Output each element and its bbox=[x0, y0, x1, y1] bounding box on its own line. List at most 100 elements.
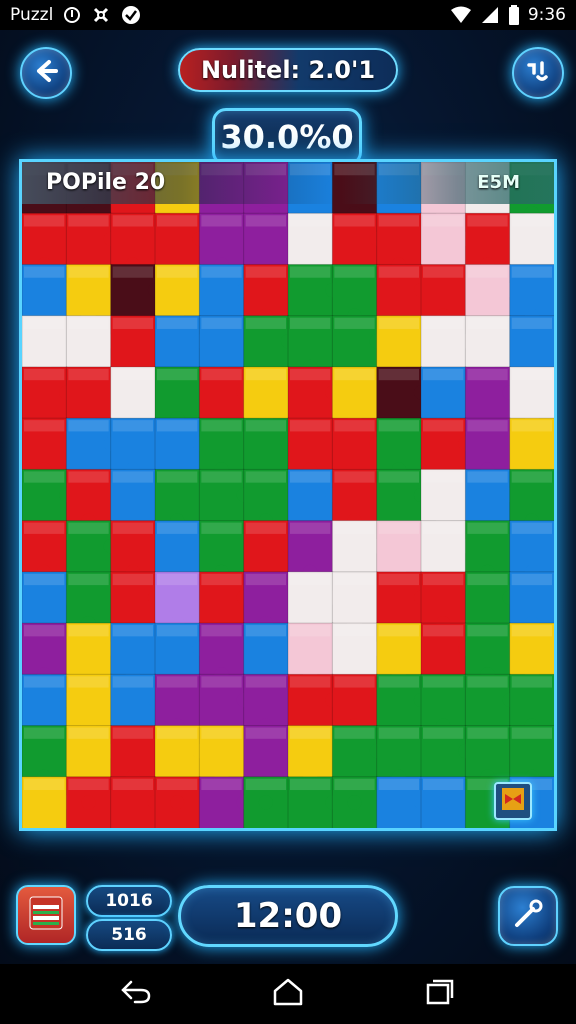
puzzle-piece[interactable] bbox=[65, 725, 118, 778]
puzzle-piece[interactable] bbox=[65, 212, 118, 266]
puzzle-piece[interactable] bbox=[110, 417, 156, 477]
puzzle-piece[interactable] bbox=[287, 571, 340, 625]
puzzle-piece[interactable] bbox=[509, 315, 554, 375]
puzzle-piece[interactable] bbox=[509, 622, 554, 682]
puzzle-piece[interactable] bbox=[331, 776, 378, 828]
puzzle-piece[interactable] bbox=[331, 315, 384, 368]
puzzle-piece[interactable] bbox=[331, 725, 384, 778]
puzzle-piece[interactable] bbox=[287, 263, 340, 317]
puzzle-piece[interactable] bbox=[287, 622, 334, 682]
puzzle-piece[interactable] bbox=[464, 520, 511, 579]
puzzle-piece[interactable] bbox=[420, 315, 473, 368]
puzzle-piece[interactable] bbox=[243, 520, 296, 573]
puzzle-piece[interactable] bbox=[22, 315, 68, 375]
puzzle-piece[interactable] bbox=[420, 366, 467, 426]
puzzle-piece[interactable] bbox=[331, 263, 378, 323]
puzzle-piece[interactable] bbox=[287, 366, 340, 420]
puzzle-piece[interactable] bbox=[509, 520, 554, 579]
puzzle-piece[interactable] bbox=[154, 417, 207, 471]
options-button[interactable] bbox=[512, 47, 564, 99]
puzzle-piece[interactable] bbox=[110, 776, 163, 828]
puzzle-piece[interactable] bbox=[65, 622, 118, 676]
puzzle-piece[interactable] bbox=[22, 571, 74, 625]
puzzle-piece[interactable] bbox=[331, 622, 384, 676]
puzzle-piece[interactable] bbox=[243, 212, 296, 266]
puzzle-piece[interactable] bbox=[420, 571, 467, 631]
puzzle-piece[interactable] bbox=[420, 520, 473, 573]
puzzle-piece[interactable] bbox=[154, 673, 201, 733]
puzzle-piece[interactable] bbox=[376, 776, 429, 828]
puzzle-piece[interactable] bbox=[198, 673, 251, 727]
puzzle-piece[interactable] bbox=[376, 212, 422, 272]
puzzle-piece[interactable] bbox=[376, 571, 429, 625]
nav-recents-button[interactable] bbox=[416, 970, 464, 1018]
puzzle-piece[interactable] bbox=[464, 315, 511, 375]
puzzle-piece[interactable] bbox=[464, 468, 517, 522]
puzzle-piece[interactable] bbox=[154, 776, 201, 828]
puzzle-piece[interactable] bbox=[22, 417, 68, 477]
puzzle-piece[interactable] bbox=[65, 468, 112, 528]
puzzle-piece[interactable] bbox=[110, 520, 156, 579]
puzzle-piece[interactable] bbox=[331, 366, 378, 426]
puzzle-piece[interactable] bbox=[198, 622, 245, 682]
puzzle-piece[interactable] bbox=[110, 212, 156, 272]
puzzle-piece[interactable] bbox=[243, 417, 296, 471]
puzzle-piece[interactable] bbox=[65, 673, 112, 733]
puzzle-piece[interactable] bbox=[22, 725, 68, 784]
puzzle-piece[interactable] bbox=[376, 417, 422, 477]
puzzle-piece[interactable] bbox=[22, 263, 74, 317]
puzzle-box-button[interactable] bbox=[16, 885, 76, 945]
puzzle-piece[interactable] bbox=[464, 212, 511, 272]
puzzle-piece[interactable] bbox=[243, 725, 296, 778]
puzzle-piece[interactable] bbox=[154, 212, 207, 266]
puzzle-piece[interactable] bbox=[420, 673, 467, 733]
puzzle-piece[interactable] bbox=[331, 571, 378, 631]
puzzle-piece[interactable] bbox=[22, 468, 74, 522]
puzzle-piece[interactable] bbox=[331, 468, 378, 528]
hint-button[interactable] bbox=[498, 886, 558, 946]
puzzle-piece[interactable] bbox=[464, 673, 517, 727]
puzzle-piece[interactable] bbox=[65, 520, 118, 573]
puzzle-piece[interactable] bbox=[420, 263, 467, 323]
puzzle-piece[interactable] bbox=[198, 520, 245, 579]
puzzle-piece[interactable] bbox=[376, 725, 422, 784]
puzzle-piece[interactable] bbox=[22, 520, 68, 579]
puzzle-piece[interactable] bbox=[420, 725, 473, 778]
puzzle-piece[interactable] bbox=[464, 571, 517, 625]
nav-home-button[interactable] bbox=[264, 970, 312, 1018]
puzzle-piece[interactable] bbox=[65, 315, 118, 368]
puzzle-piece[interactable] bbox=[287, 468, 340, 522]
puzzle-piece[interactable] bbox=[154, 366, 201, 426]
puzzle-piece[interactable] bbox=[509, 263, 554, 323]
puzzle-piece[interactable] bbox=[331, 520, 384, 573]
puzzle-piece[interactable] bbox=[110, 468, 163, 522]
puzzle-piece[interactable] bbox=[331, 673, 378, 733]
puzzle-piece[interactable] bbox=[110, 725, 156, 784]
puzzle-piece[interactable] bbox=[198, 315, 245, 375]
puzzle-piece[interactable] bbox=[65, 263, 112, 323]
puzzle-piece[interactable] bbox=[420, 212, 473, 266]
puzzle-piece[interactable] bbox=[243, 673, 290, 733]
puzzle-piece[interactable] bbox=[376, 673, 429, 727]
puzzle-piece[interactable] bbox=[154, 622, 207, 676]
puzzle-piece[interactable] bbox=[198, 776, 251, 828]
puzzle-piece[interactable] bbox=[509, 366, 554, 426]
nav-back-button[interactable] bbox=[112, 970, 160, 1018]
puzzle-piece[interactable] bbox=[198, 468, 251, 522]
puzzle-piece[interactable] bbox=[110, 673, 163, 727]
puzzle-piece[interactable] bbox=[65, 366, 112, 426]
puzzle-piece[interactable] bbox=[287, 212, 334, 272]
puzzle-piece[interactable] bbox=[287, 520, 334, 579]
puzzle-piece[interactable] bbox=[287, 315, 334, 375]
puzzle-piece[interactable] bbox=[287, 725, 334, 784]
puzzle-piece[interactable] bbox=[22, 776, 74, 828]
puzzle-piece[interactable] bbox=[198, 212, 245, 272]
puzzle-piece[interactable] bbox=[154, 520, 207, 573]
puzzle-piece[interactable] bbox=[243, 263, 290, 323]
puzzle-piece[interactable] bbox=[287, 776, 340, 828]
puzzle-piece[interactable] bbox=[464, 263, 517, 317]
puzzle-pieces[interactable] bbox=[22, 162, 554, 828]
puzzle-piece[interactable] bbox=[331, 417, 384, 471]
puzzle-piece[interactable] bbox=[420, 417, 473, 471]
back-button[interactable] bbox=[20, 47, 72, 99]
